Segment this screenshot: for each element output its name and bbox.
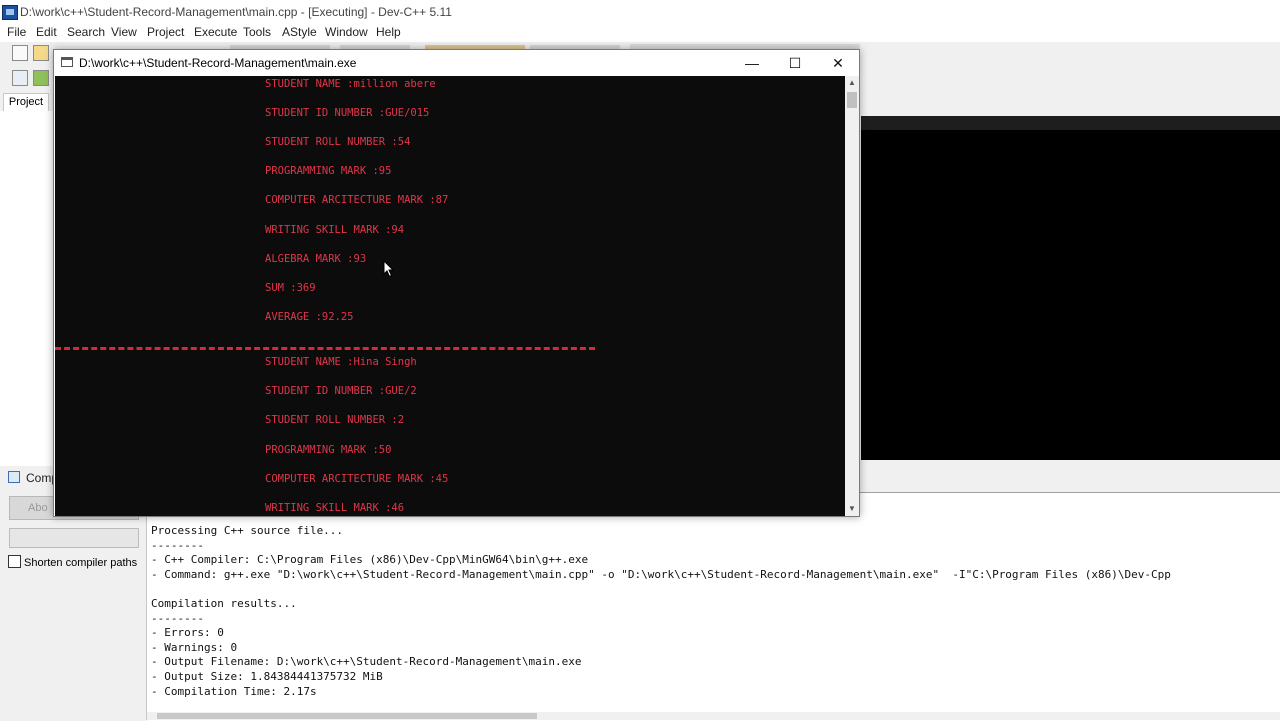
log-line: - Command: g++.exe "D:\work\c++\Student-…: [151, 568, 1171, 581]
minimize-button[interactable]: —: [730, 50, 774, 76]
console-line: SUM :369: [265, 282, 316, 294]
compile-log[interactable]: Processing C++ source file... -------- -…: [147, 492, 1280, 721]
menu-execute[interactable]: Execute: [194, 25, 237, 39]
menu-project[interactable]: Project: [147, 25, 184, 39]
console-line: COMPUTER ARCITECTURE MARK :45: [265, 473, 449, 485]
compiler-tab-icon: [8, 471, 20, 483]
record-separator: [55, 347, 595, 350]
ide-title-bar: D:\work\c++\Student-Record-Management\ma…: [0, 0, 1280, 24]
log-line: - Output Filename: D:\work\c++\Student-R…: [151, 655, 582, 668]
open-file-icon[interactable]: [33, 45, 49, 61]
console-title-bar[interactable]: D:\work\c++\Student-Record-Management\ma…: [54, 50, 859, 76]
compile-progress-bar: [9, 528, 139, 548]
new-file-icon[interactable]: [12, 45, 28, 61]
console-line: ALGEBRA MARK :93: [265, 253, 367, 265]
scrollbar-thumb[interactable]: [847, 92, 857, 108]
log-line: Processing C++ source file...: [151, 524, 344, 537]
menu-window[interactable]: Window: [325, 25, 368, 39]
console-line: PROGRAMMING MARK :95: [265, 165, 392, 177]
shorten-paths-checkbox[interactable]: Shorten compiler paths: [8, 555, 137, 569]
scroll-down-icon[interactable]: ▼: [845, 502, 859, 516]
menu-bar: File Edit Search View Project Execute To…: [0, 24, 1280, 42]
console-line: STUDENT NAME :Hina Singh: [265, 356, 417, 368]
menu-file[interactable]: File: [7, 25, 26, 39]
menu-search[interactable]: Search: [67, 25, 105, 39]
checkbox-icon[interactable]: [8, 555, 21, 568]
goto-icon[interactable]: [33, 70, 49, 86]
log-line: Compilation results...: [151, 597, 297, 610]
log-line: --------: [151, 539, 204, 552]
console-line: STUDENT ROLL NUMBER :2: [265, 414, 405, 426]
console-window-title: D:\work\c++\Student-Record-Management\ma…: [79, 56, 357, 70]
menu-help[interactable]: Help: [376, 25, 401, 39]
console-app-icon: [61, 57, 73, 67]
console-line: WRITING SKILL MARK :46: [265, 502, 405, 514]
menu-edit[interactable]: Edit: [36, 25, 57, 39]
tab-compiler[interactable]: Comp: [6, 469, 58, 487]
log-line: - C++ Compiler: C:\Program Files (x86)\D…: [151, 553, 589, 566]
console-line: AVERAGE :92.25: [265, 311, 354, 323]
console-line: PROGRAMMING MARK :50: [265, 444, 392, 456]
console-vertical-scrollbar[interactable]: ▲ ▼: [845, 76, 859, 516]
log-line: - Warnings: 0: [151, 641, 238, 654]
console-line: STUDENT NAME :million abere: [265, 78, 436, 90]
mouse-pointer-icon: [383, 260, 395, 278]
editor-area: [861, 116, 1280, 460]
console-window: D:\work\c++\Student-Record-Management\ma…: [53, 49, 860, 517]
log-horizontal-scrollbar[interactable]: [147, 712, 1280, 720]
indent-icon[interactable]: [12, 70, 28, 86]
log-line: - Output Size: 1.84384441375732 MiB: [151, 670, 383, 683]
scroll-up-icon[interactable]: ▲: [845, 76, 859, 90]
console-output[interactable]: STUDENT NAME :million abere STUDENT ID N…: [55, 76, 845, 516]
ide-window-title: D:\work\c++\Student-Record-Management\ma…: [20, 5, 452, 19]
project-panel: [0, 111, 55, 466]
devcpp-app-icon: [2, 5, 18, 20]
shorten-paths-label: Shorten compiler paths: [24, 557, 138, 569]
scrollbar-thumb[interactable]: [157, 713, 537, 719]
log-line: - Compilation Time: 2.17s: [151, 685, 317, 698]
menu-view[interactable]: View: [111, 25, 137, 39]
log-line: --------: [151, 612, 204, 625]
log-line: - Errors: 0: [151, 626, 224, 639]
menu-astyle[interactable]: AStyle: [282, 25, 317, 39]
console-line: COMPUTER ARCITECTURE MARK :87: [265, 194, 449, 206]
console-line: WRITING SKILL MARK :94: [265, 224, 405, 236]
console-line: STUDENT ROLL NUMBER :54: [265, 136, 411, 148]
menu-tools[interactable]: Tools: [243, 25, 271, 39]
maximize-button[interactable]: ☐: [773, 50, 817, 76]
tab-project[interactable]: Project: [3, 93, 49, 112]
console-line: STUDENT ID NUMBER :GUE/015: [265, 107, 430, 119]
close-button[interactable]: ✕: [816, 50, 860, 76]
console-line: STUDENT ID NUMBER :GUE/2: [265, 385, 417, 397]
